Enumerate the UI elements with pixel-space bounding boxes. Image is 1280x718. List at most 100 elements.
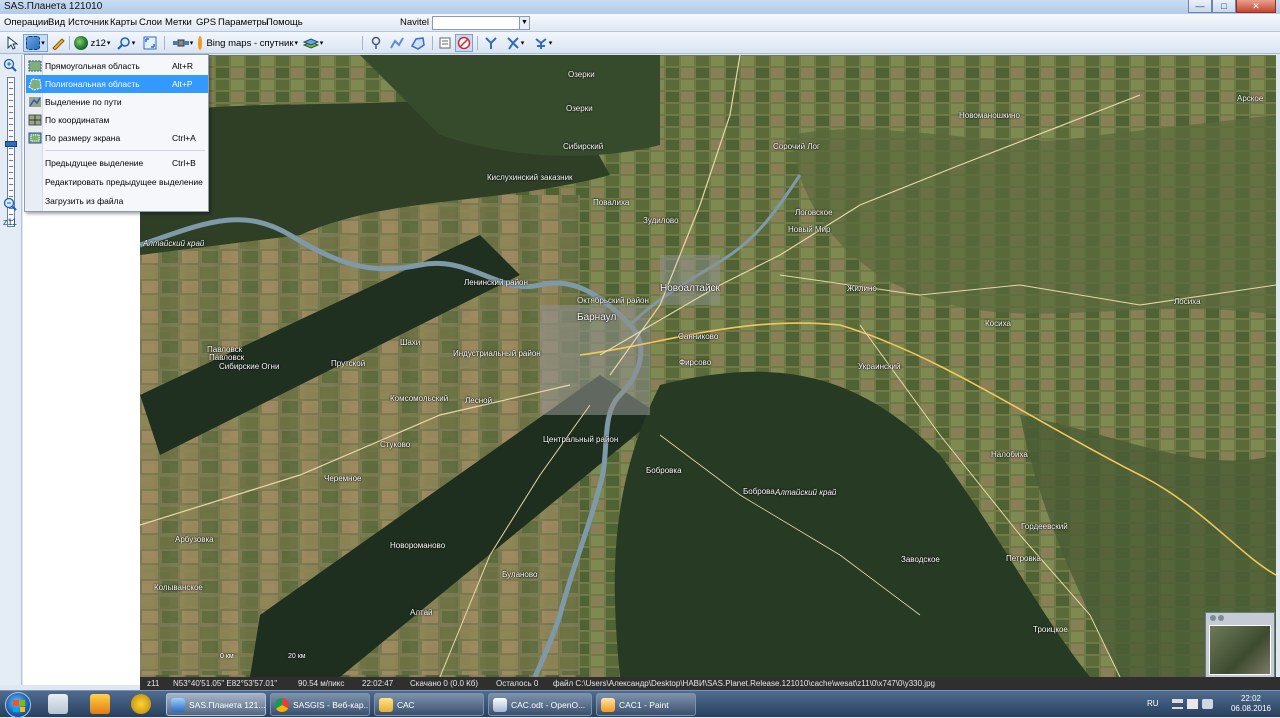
status-bar: z11 N53°40'51.05" E82°53'57.01" 90.54 м/…: [140, 677, 1280, 690]
task-label: SAS.Планета 121...: [189, 700, 266, 710]
add-polygon-button[interactable]: [409, 34, 427, 52]
selection-tool-button[interactable]: ▾: [23, 34, 48, 52]
path-icon: [390, 37, 404, 49]
menu-item-edit-previous-selection[interactable]: Редактировать предыдущее выделение: [26, 173, 208, 191]
zoom-slider-thumb[interactable]: [5, 141, 17, 147]
map-label: Логовское: [795, 208, 833, 217]
zoom-level-button[interactable]: z12 ▾: [73, 34, 111, 52]
menu-maps[interactable]: Карты: [110, 17, 137, 28]
ruler-tool-button[interactable]: [49, 34, 67, 52]
map-label: Новоманошкино: [959, 111, 1020, 120]
map-label: Сорочий Лог: [773, 142, 820, 151]
zoom-tick: [9, 166, 13, 167]
placemarks-manager-button[interactable]: [437, 34, 453, 52]
map-label: Косиха: [985, 319, 1011, 328]
menu-parameters[interactable]: Параметры: [218, 17, 269, 28]
zoom-tick: [9, 118, 13, 119]
map-label: Жилино: [847, 284, 877, 293]
map-region-label: Алтайский край: [775, 488, 837, 497]
chevron-down-icon: ▾: [106, 40, 111, 47]
fullscreen-button[interactable]: [141, 34, 159, 52]
menu-item-rectangle-area[interactable]: Прямоугольная область Alt+R: [26, 57, 208, 75]
menu-view[interactable]: Вид: [48, 17, 65, 28]
zoom-tool-button[interactable]: ▾: [113, 34, 139, 52]
navitel-label: Navitel: [400, 17, 430, 28]
add-path-button[interactable]: [388, 34, 406, 52]
menu-item-screen-size[interactable]: По размеру экрана Ctrl+A: [26, 129, 208, 147]
language-indicator[interactable]: RU: [1147, 699, 1159, 708]
tray-arrow-icon[interactable]: [1172, 699, 1183, 709]
chevron-down-icon: ▾: [189, 40, 194, 47]
search-input[interactable]: ▼: [432, 16, 530, 30]
map-label: Озерки: [566, 104, 593, 113]
zoom-out-icon[interactable]: [3, 197, 17, 211]
map-viewport[interactable]: Озерки Озерки Сибирский Сорочий Лог Ново…: [140, 55, 1276, 677]
warning-app-icon[interactable]: [131, 694, 151, 714]
map-label: Сибирский: [563, 142, 604, 151]
search-dropdown-button[interactable]: ▼: [519, 17, 529, 29]
menu-item-path-selection[interactable]: Выделение по пути: [26, 93, 208, 111]
menu-item-polygon-area[interactable]: Полигональная область Alt+P: [26, 75, 208, 93]
title-bar[interactable]: SAS.Планета 121010 — □ ✕: [0, 0, 1280, 14]
map-label: Новый Мир: [788, 225, 831, 234]
zoom-tick: [9, 94, 13, 95]
window-controls: — □ ✕: [1188, 0, 1276, 14]
add-placemark-button[interactable]: [368, 34, 384, 52]
task-chrome[interactable]: SASGIS - Веб-кар...: [270, 693, 370, 716]
minimap-zoom-out-icon[interactable]: [1218, 615, 1224, 621]
network-icon[interactable]: [1202, 699, 1213, 709]
map-label: Лесной: [465, 396, 493, 405]
maximize-button[interactable]: □: [1212, 0, 1236, 13]
status-remaining: Осталось 0: [496, 679, 539, 688]
menu-source[interactable]: Источник: [68, 17, 109, 28]
menu-operations[interactable]: Операции: [4, 17, 48, 28]
map-label: Боброва: [743, 487, 775, 496]
zoom-tick: [9, 112, 13, 113]
map-label: Колыванское: [154, 583, 203, 592]
satellite-layer-button[interactable]: ▾: [170, 34, 196, 52]
gps-button[interactable]: [483, 34, 499, 52]
menu-item-previous-selection[interactable]: Предыдущее выделение Ctrl+B: [26, 154, 208, 172]
clock-time: 22:02: [1240, 694, 1262, 703]
menu-item-load-from-file[interactable]: Загрузить из файла: [26, 192, 208, 210]
map-label: Налобиха: [991, 450, 1028, 459]
menu-separator: [45, 150, 205, 151]
task-openoffice[interactable]: CAC.odt - OpenO...: [488, 693, 592, 716]
clock[interactable]: 22:02 06.08.2016: [1222, 694, 1280, 714]
close-button[interactable]: ✕: [1236, 0, 1276, 13]
minimize-button[interactable]: —: [1188, 0, 1212, 13]
menu-item-label: Прямоугольная область: [45, 61, 140, 71]
calculator-icon[interactable]: [48, 694, 68, 714]
map-label: Комсомольский: [390, 394, 449, 403]
menu-marks[interactable]: Метки: [165, 17, 192, 28]
menu-bar: Операции Вид Источник Карты Слои Метки G…: [0, 14, 1280, 32]
action-center-icon[interactable]: [1187, 699, 1198, 709]
start-button[interactable]: [5, 692, 31, 718]
tool-app-icon[interactable]: [90, 694, 110, 714]
zoom-in-icon[interactable]: [3, 58, 17, 72]
menu-gps[interactable]: GPS: [196, 17, 216, 28]
menu-help[interactable]: Помощь: [266, 17, 303, 28]
navitel-search-provider[interactable]: Navitel ▾: [400, 17, 435, 28]
zoom-tick: [9, 106, 13, 107]
map-label: Арское: [1237, 94, 1264, 103]
task-paint[interactable]: CAC1 - Paint: [596, 693, 696, 716]
menu-layers[interactable]: Слои: [139, 17, 162, 28]
overlay-layer-button[interactable]: ▾: [301, 34, 325, 52]
task-sas-planet[interactable]: SAS.Планета 121...: [166, 693, 266, 716]
hide-placemarks-button[interactable]: [455, 34, 473, 52]
map-source-selector[interactable]: Bing maps - спутник ▾: [198, 34, 298, 52]
task-folder[interactable]: САС: [374, 693, 484, 716]
gps-track-button[interactable]: ▾: [502, 34, 528, 52]
status-file-path: файл C:\Users\Александр\Desktop\НАВИ\SAS…: [553, 679, 935, 688]
map-region-label: Алтайский край: [143, 239, 205, 248]
pointer-tool-button[interactable]: [2, 34, 21, 52]
menu-item-by-coordinates[interactable]: По координатам: [26, 111, 208, 129]
minimap-view[interactable]: [1209, 625, 1271, 675]
minimap[interactable]: [1205, 612, 1275, 678]
minimap-zoom-in-icon[interactable]: [1210, 615, 1216, 621]
right-edge: [1276, 55, 1280, 685]
gps-options-button[interactable]: ▾: [530, 34, 556, 52]
map-label: Алтай: [410, 608, 433, 617]
cursor-arrow-icon: [7, 36, 18, 50]
